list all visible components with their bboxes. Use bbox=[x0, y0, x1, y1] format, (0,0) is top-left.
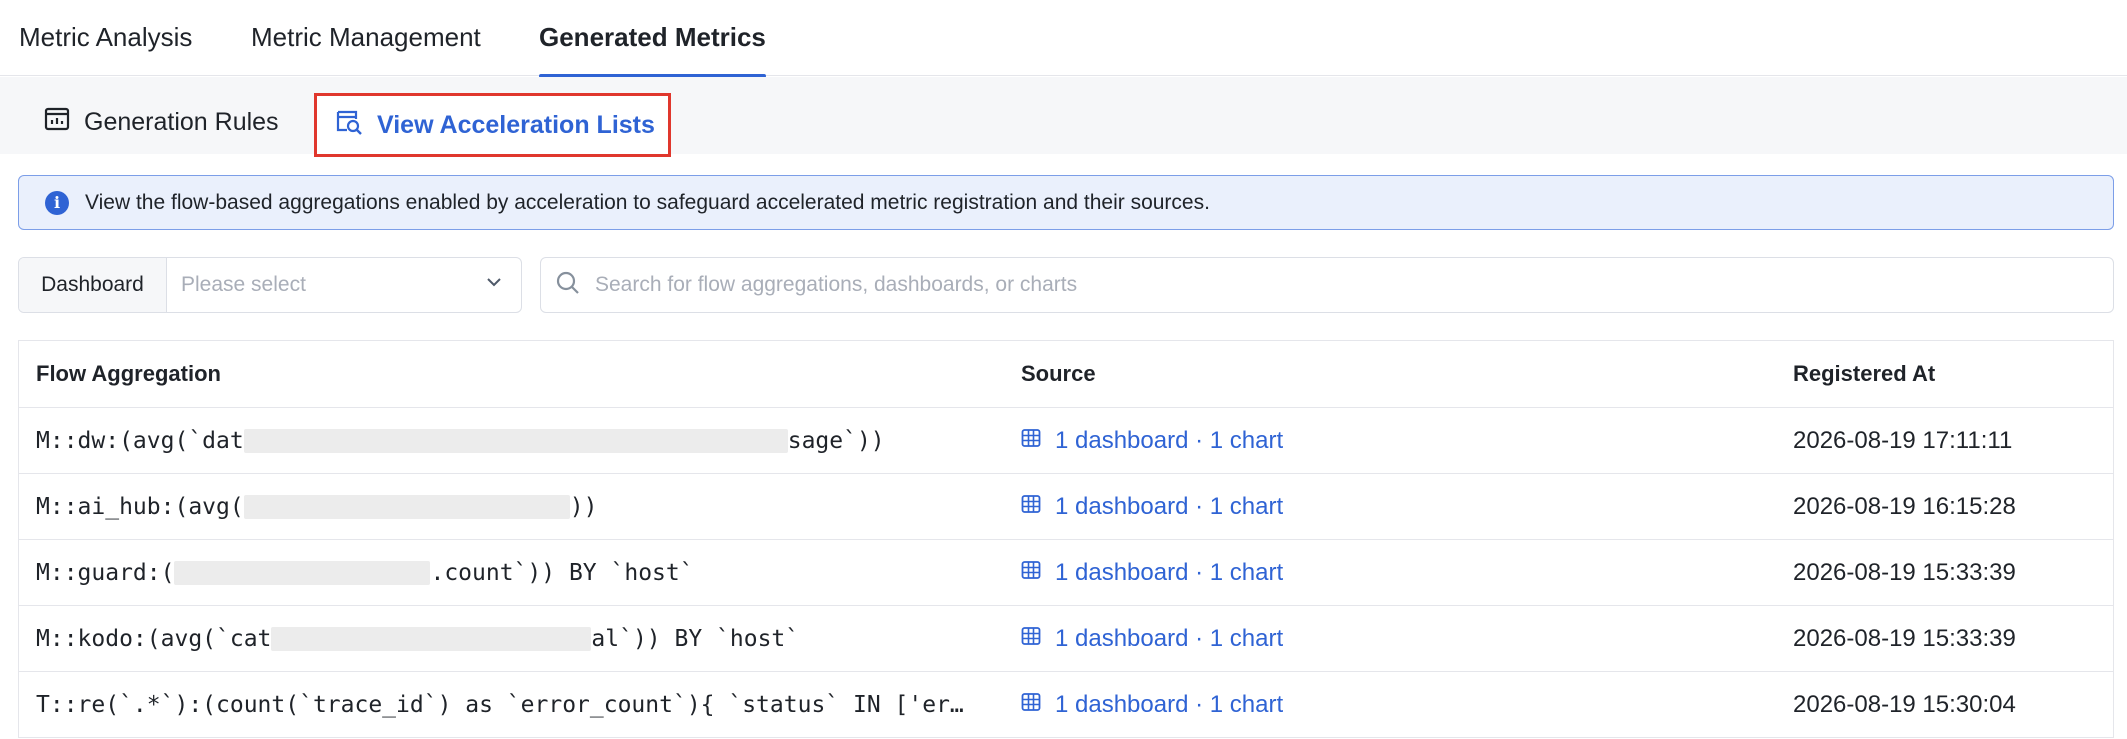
list-search-icon bbox=[335, 108, 363, 143]
source-link[interactable]: 1 dashboard · 1 chart bbox=[1021, 625, 1283, 653]
table-header-row: Flow Aggregation Source Registered At bbox=[19, 341, 2113, 408]
redacted-block bbox=[243, 428, 788, 453]
flow-aggregation-text-end: .count`)) BY `host` bbox=[430, 559, 694, 586]
source-link[interactable]: 1 dashboard · 1 chart bbox=[1021, 493, 1283, 521]
flow-aggregation-text-end: )) bbox=[569, 493, 598, 520]
source-link-label: 1 dashboard · 1 chart bbox=[1055, 558, 1284, 586]
search-icon bbox=[555, 270, 581, 301]
registered-at-cell: 2026-08-19 15:33:39 bbox=[1793, 624, 2016, 652]
dashboard-select-placeholder: Please select bbox=[181, 273, 306, 296]
table-row: M::kodo:(avg(`cat al`)) BY `host` 1 dashb… bbox=[19, 606, 2113, 672]
header-registered-at: Registered At bbox=[1793, 361, 1936, 386]
flow-aggregation-cell: M::ai_hub:(avg()) bbox=[36, 474, 1006, 539]
flow-aggregation-cell: M::guard:( .count`)) BY `host` bbox=[36, 540, 1006, 605]
source-link[interactable]: 1 dashboard · 1 chart bbox=[1021, 559, 1283, 587]
table-row: M::ai_hub:(avg()) 1 dashboard · 1 chart … bbox=[19, 474, 2113, 540]
top-tab-bar: Metric Analysis Metric Management Genera… bbox=[0, 0, 2127, 78]
dashboard-filter: Dashboard Please select bbox=[18, 257, 522, 313]
view-acceleration-lists-label: View Acceleration Lists bbox=[377, 110, 655, 139]
tab-generated-metrics[interactable]: Generated Metrics bbox=[539, 20, 766, 78]
flow-aggregation-cell: M::dw:(avg(`dat sage`)) bbox=[36, 408, 1006, 473]
header-flow-aggregation: Flow Aggregation bbox=[36, 361, 221, 386]
search-field[interactable] bbox=[540, 257, 2114, 313]
search-input[interactable] bbox=[595, 273, 2113, 297]
flow-aggregation-cell: M::kodo:(avg(`cat al`)) BY `host` bbox=[36, 606, 1006, 671]
view-acceleration-lists-button[interactable]: View Acceleration Lists bbox=[314, 93, 671, 157]
header-source: Source bbox=[1021, 361, 1096, 386]
source-cell: 1 dashboard · 1 chart bbox=[1021, 672, 1761, 737]
table-grid-icon bbox=[1021, 427, 1041, 455]
source-link-label: 1 dashboard · 1 chart bbox=[1055, 492, 1284, 520]
redacted-block bbox=[243, 494, 570, 519]
flow-aggregation-text-end: al`)) BY `host` bbox=[591, 625, 800, 652]
sub-nav: Generation Rules View Acceleration Lists bbox=[0, 77, 2127, 157]
generation-rules-button[interactable]: Generation Rules bbox=[44, 93, 279, 151]
table-row: M::guard:( .count`)) BY `host` 1 dashboar… bbox=[19, 540, 2113, 606]
redacted-block bbox=[271, 626, 592, 651]
source-cell: 1 dashboard · 1 chart bbox=[1021, 606, 1761, 671]
dashboard-filter-label: Dashboard bbox=[19, 258, 167, 312]
table-row: T::re(`.*`):(count(`trace_id`) as `error… bbox=[19, 672, 2113, 738]
registered-at-cell: 2026-08-19 17:11:11 bbox=[1793, 426, 2013, 454]
registered-at-cell: 2026-08-19 16:15:28 bbox=[1793, 492, 2016, 520]
source-cell: 1 dashboard · 1 chart bbox=[1021, 540, 1761, 605]
flow-aggregation-text: M::guard:( bbox=[36, 559, 175, 586]
generation-rules-label: Generation Rules bbox=[84, 107, 279, 136]
flow-aggregation-cell: T::re(`.*`):(count(`trace_id`) as `error… bbox=[36, 672, 1006, 737]
redacted-block bbox=[174, 560, 431, 585]
acceleration-table: Flow Aggregation Source Registered At M:… bbox=[18, 340, 2114, 738]
source-link-label: 1 dashboard · 1 chart bbox=[1055, 690, 1284, 718]
table-grid-icon bbox=[1021, 493, 1041, 521]
info-banner: i View the flow-based aggregations enabl… bbox=[18, 175, 2114, 230]
table-grid-icon bbox=[1021, 625, 1041, 653]
table-grid-icon bbox=[1021, 691, 1041, 719]
flow-aggregation-text: M::kodo:(avg(`cat bbox=[36, 625, 272, 652]
chevron-down-icon bbox=[485, 273, 503, 297]
registered-at-cell: 2026-08-19 15:33:39 bbox=[1793, 558, 2016, 586]
info-icon: i bbox=[45, 190, 69, 215]
flow-aggregation-text-end: sage`)) bbox=[787, 427, 885, 454]
source-link[interactable]: 1 dashboard · 1 chart bbox=[1021, 691, 1283, 719]
source-cell: 1 dashboard · 1 chart bbox=[1021, 408, 1761, 473]
info-banner-text: View the flow-based aggregations enabled… bbox=[85, 190, 1210, 214]
flow-aggregation-text: M::ai_hub:(avg( bbox=[36, 493, 244, 520]
tab-metric-analysis[interactable]: Metric Analysis bbox=[19, 20, 192, 76]
dashboard-select[interactable]: Please select bbox=[167, 258, 521, 312]
table-row: M::dw:(avg(`dat sage`)) 1 dashboard · 1 c… bbox=[19, 408, 2113, 474]
flow-aggregation-text: T::re(`.*`):(count(`trace_id`) as `error… bbox=[36, 691, 964, 718]
table-grid-icon bbox=[1021, 559, 1041, 587]
source-link-label: 1 dashboard · 1 chart bbox=[1055, 426, 1284, 454]
source-cell: 1 dashboard · 1 chart bbox=[1021, 474, 1761, 539]
source-link[interactable]: 1 dashboard · 1 chart bbox=[1021, 427, 1283, 455]
registered-at-cell: 2026-08-19 15:30:04 bbox=[1793, 690, 2016, 718]
chart-panel-icon bbox=[44, 106, 70, 139]
source-link-label: 1 dashboard · 1 chart bbox=[1055, 624, 1284, 652]
tab-metric-management[interactable]: Metric Management bbox=[251, 20, 481, 76]
flow-aggregation-text: M::dw:(avg(`dat bbox=[36, 427, 244, 454]
